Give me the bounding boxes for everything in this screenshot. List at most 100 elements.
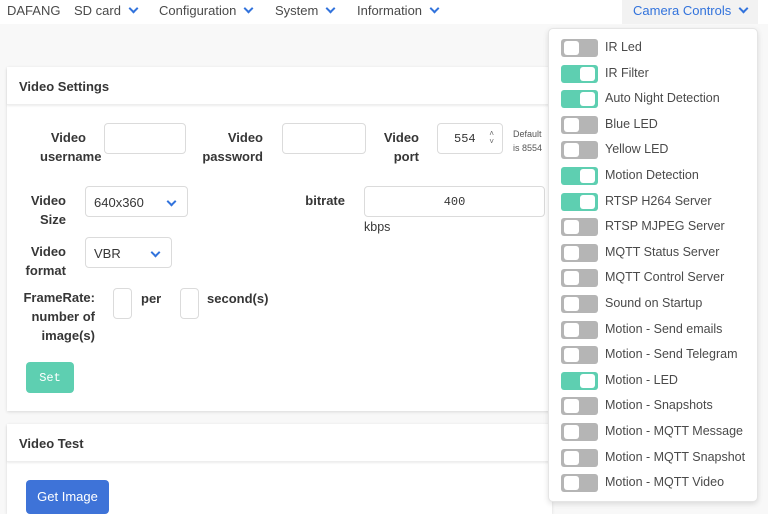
nav-label: SD card: [74, 3, 121, 18]
toggle-knob: [564, 143, 579, 158]
toggle-label: Yellow LED: [605, 142, 669, 157]
username-label: Video username: [40, 130, 102, 164]
chevron-down-icon: [128, 3, 139, 14]
nav-label: Camera Controls: [633, 3, 732, 18]
size-select[interactable]: 640x360: [85, 186, 188, 217]
toggle-switch[interactable]: [561, 218, 598, 237]
navbar: DAFANG SD card Configuration System Info…: [0, 0, 768, 24]
toggle-switch[interactable]: [561, 448, 598, 467]
toggle-switch[interactable]: [561, 192, 598, 211]
toggle-knob: [580, 66, 595, 81]
password-label: Video password: [202, 130, 263, 164]
camera-controls-dropdown: IR Led IR Filter Auto Night Detection Blue …: [548, 28, 758, 502]
toggle-label: IR Led: [605, 40, 642, 54]
toggle-knob: [564, 348, 579, 363]
nav-information[interactable]: Information: [357, 3, 440, 18]
toggle-knob: [564, 425, 579, 439]
toggle-switch[interactable]: [561, 141, 598, 160]
toggle-label: Sound on Startup: [605, 296, 703, 310]
toggle-switch[interactable]: [561, 371, 598, 390]
port-hint: Default is 8554: [513, 129, 543, 153]
toggle-label: Motion - MQTT Video: [605, 475, 725, 490]
size-label: Video Size: [30, 193, 66, 227]
nav-sd-card[interactable]: SD card: [74, 3, 139, 18]
chevron-down-icon: [325, 3, 336, 14]
bitrate-label: bitrate: [305, 193, 345, 208]
username-input[interactable]: [104, 123, 186, 154]
spinner-icon[interactable]: ˄ ˅: [489, 131, 494, 147]
nav-label: Configuration: [159, 3, 237, 18]
toggle-knob: [564, 450, 579, 465]
seconds-label: second(s): [207, 291, 269, 306]
port-input[interactable]: 554 ˄ ˅: [437, 123, 503, 154]
toggle-switch[interactable]: [561, 269, 598, 288]
toggle-knob: [580, 92, 595, 107]
toggle-knob: [564, 41, 579, 55]
toggle-label: Motion - MQTT Message: [605, 424, 744, 438]
toggle-label: Motion - Send emails: [605, 321, 723, 336]
chevron-down-icon: [738, 3, 749, 14]
chevron-down-icon: [166, 196, 177, 207]
toggle-switch[interactable]: [561, 423, 598, 441]
nav-label: Information: [357, 3, 423, 18]
toggle-label: Blue LED: [605, 116, 658, 131]
toggle-switch[interactable]: [561, 346, 598, 365]
toggle-switch[interactable]: [561, 39, 598, 57]
toggle-switch[interactable]: [561, 115, 598, 134]
set-button[interactable]: Set: [26, 362, 74, 393]
chevron-down-icon: [243, 3, 254, 14]
password-input[interactable]: [282, 123, 366, 154]
bitrate-unit: kbps: [364, 220, 391, 234]
chevron-down-icon: [150, 247, 161, 258]
toggle-knob: [580, 373, 595, 388]
framerate-seconds-input[interactable]: [180, 288, 199, 319]
toggle-switch[interactable]: [561, 243, 598, 262]
port-label: Video port: [383, 130, 419, 164]
toggle-label: Motion - LED: [605, 372, 678, 387]
toggle-label: Auto Night Detection: [605, 91, 720, 106]
toggle-switch[interactable]: [561, 320, 598, 339]
brand[interactable]: DAFANG: [7, 3, 60, 18]
toggle-knob: [564, 245, 579, 260]
toggle-label: Motion Detection: [605, 168, 699, 182]
select-value: 640x360: [94, 195, 144, 210]
nav-configuration[interactable]: Configuration: [159, 3, 254, 18]
toggle-label: Motion - Snapshots: [605, 398, 713, 413]
toggle-knob: [564, 322, 579, 337]
toggle-label: MQTT Status Server: [605, 244, 720, 259]
nav-camera-controls[interactable]: Camera Controls: [622, 0, 758, 24]
per-label: per: [141, 291, 162, 306]
framerate-label: FrameRate: number of image(s): [23, 290, 95, 343]
toggle-label: Motion - MQTT Snapshot: [605, 449, 746, 464]
toggle-label: RTSP H264 Server: [605, 193, 712, 208]
toggle-knob: [564, 399, 579, 414]
select-value: VBR: [94, 246, 121, 261]
toggle-switch[interactable]: [561, 295, 598, 313]
toggle-knob: [564, 297, 579, 311]
format-label: Video format: [25, 244, 66, 278]
nav-label: System: [275, 3, 319, 18]
chevron-down-icon: [429, 3, 440, 14]
toggle-switch[interactable]: [561, 167, 598, 185]
toggle-label: Motion - Send Telegram: [605, 347, 738, 362]
toggle-label: MQTT Control Server: [605, 270, 725, 285]
toggle-knob: [564, 271, 579, 286]
toggle-knob: [564, 476, 579, 491]
toggle-switch[interactable]: [561, 397, 598, 416]
nav-system[interactable]: System: [275, 3, 336, 18]
toggle-knob: [564, 117, 579, 132]
port-value: 554: [454, 132, 476, 146]
format-select[interactable]: VBR: [85, 237, 172, 268]
toggle-knob: [580, 169, 595, 183]
bitrate-input[interactable]: 400: [364, 186, 545, 217]
toggle-switch[interactable]: [561, 90, 598, 109]
toggle-switch[interactable]: [561, 64, 598, 83]
card-title: Video Test: [7, 424, 552, 462]
toggle-label: RTSP MJPEG Server: [605, 219, 725, 234]
toggle-knob: [580, 194, 595, 209]
framerate-images-input[interactable]: [113, 288, 132, 319]
toggle-switch[interactable]: [561, 474, 598, 493]
toggle-knob: [564, 220, 579, 235]
toggle-label: IR Filter: [605, 65, 649, 80]
card-title: Video Settings: [7, 67, 552, 105]
